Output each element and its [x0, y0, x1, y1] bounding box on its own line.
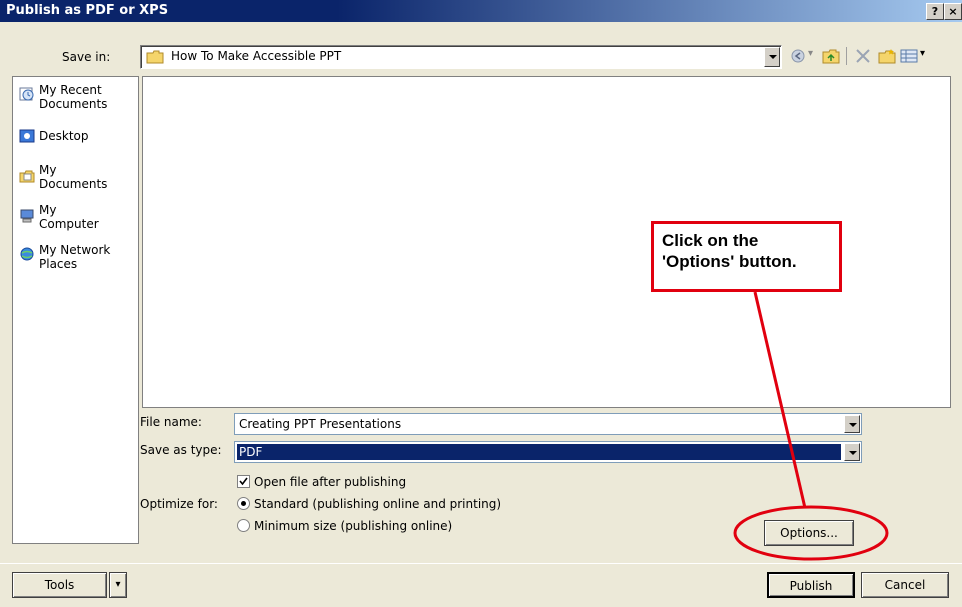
callout-line2: 'Options' button.: [662, 252, 797, 271]
annotation-overlay: [733, 291, 889, 561]
annotation-ellipse: [733, 505, 889, 561]
publish-dialog: Publish as PDF or XPS ? × Save in: How T…: [0, 0, 962, 607]
callout-text: Click on the 'Options' button.: [662, 230, 797, 272]
annotation-pointer-line: [753, 291, 807, 509]
callout-line1: Click on the: [662, 231, 759, 250]
annotation-callout: Click on the 'Options' button.: [651, 221, 842, 292]
